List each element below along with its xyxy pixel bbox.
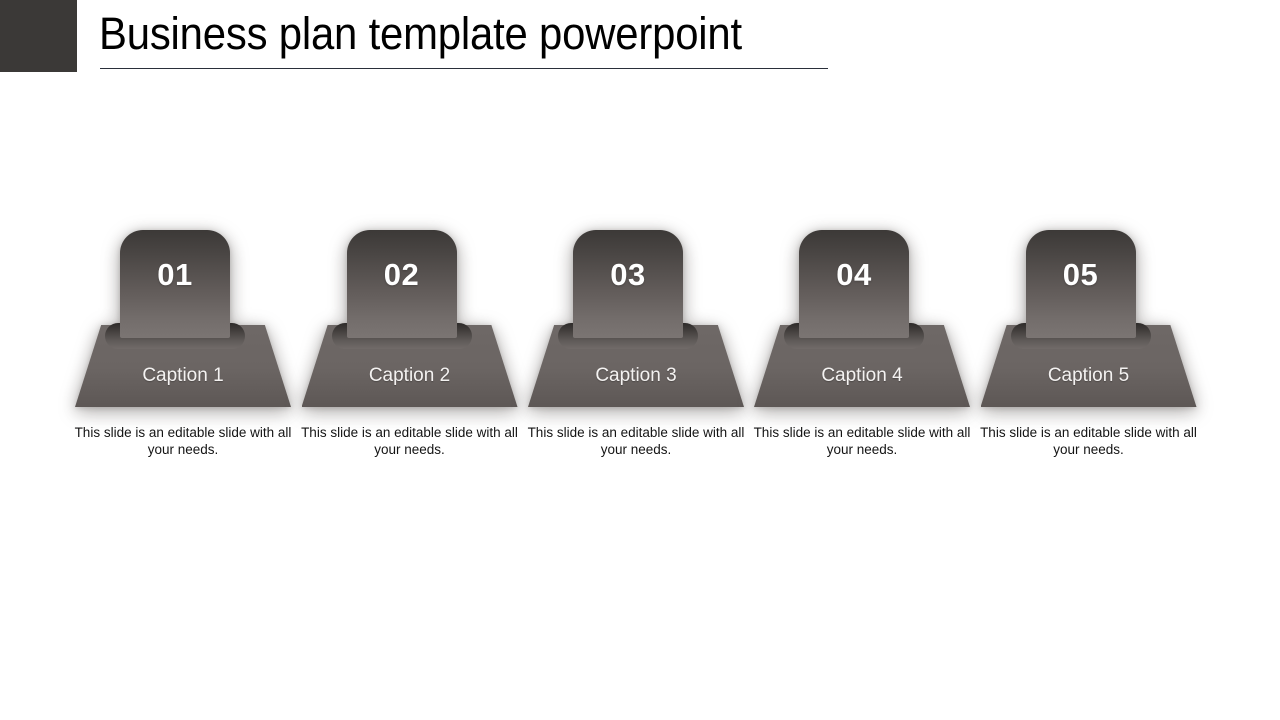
step-item[interactable]: 03 Caption 3 This slide is an editable sli… — [523, 215, 749, 475]
slide-canvas: Business plan template powerpoint 01 Capt… — [0, 0, 1280, 720]
step-item[interactable]: 01 Caption 1 This slide is an editable sli… — [70, 215, 296, 475]
step-caption: Caption 3 — [595, 365, 677, 386]
step-number: 04 — [836, 257, 872, 292]
steps-row: 01 Caption 1 This slide is an editable sli… — [0, 215, 1280, 475]
step-item[interactable]: 05 Caption 5 This slide is an editable sli… — [976, 215, 1202, 475]
step-caption: Caption 5 — [1047, 365, 1130, 386]
title-underline-divider — [100, 68, 828, 69]
step-graphic[interactable]: 04 Caption 4 — [749, 215, 975, 415]
step-caption: Caption 4 — [821, 365, 903, 386]
step-item[interactable]: 04 Caption 4 This slide is an editable sli… — [749, 215, 975, 475]
slide-header: Business plan template powerpoint — [0, 0, 1280, 90]
step-caption: Caption 2 — [368, 365, 451, 386]
step-graphic[interactable]: 01 Caption 1 — [70, 215, 296, 415]
step-number: 01 — [157, 257, 193, 292]
step-graphic[interactable]: 03 Caption 3 — [523, 215, 749, 415]
step-number: 05 — [1062, 257, 1099, 292]
step-number: 03 — [610, 257, 646, 292]
step-caption: Caption 1 — [142, 365, 224, 386]
step-description: This slide is an editable slide with all… — [74, 425, 292, 457]
step-description: This slide is an editable slide with all… — [301, 425, 518, 457]
corner-accent-block — [0, 0, 77, 72]
step-graphic[interactable]: 05 Caption 5 — [976, 215, 1202, 415]
step-graphic[interactable]: 02 Caption 2 — [297, 215, 523, 415]
step-description: This slide is an editable slide with all… — [527, 425, 745, 457]
step-description: This slide is an editable slide with all… — [753, 425, 971, 457]
step-number: 02 — [383, 257, 420, 292]
page-title: Business plan template powerpoint — [99, 8, 742, 59]
step-item[interactable]: 02 Caption 2 This slide is an editable sli… — [297, 215, 523, 475]
step-description: This slide is an editable slide with all… — [980, 425, 1197, 457]
